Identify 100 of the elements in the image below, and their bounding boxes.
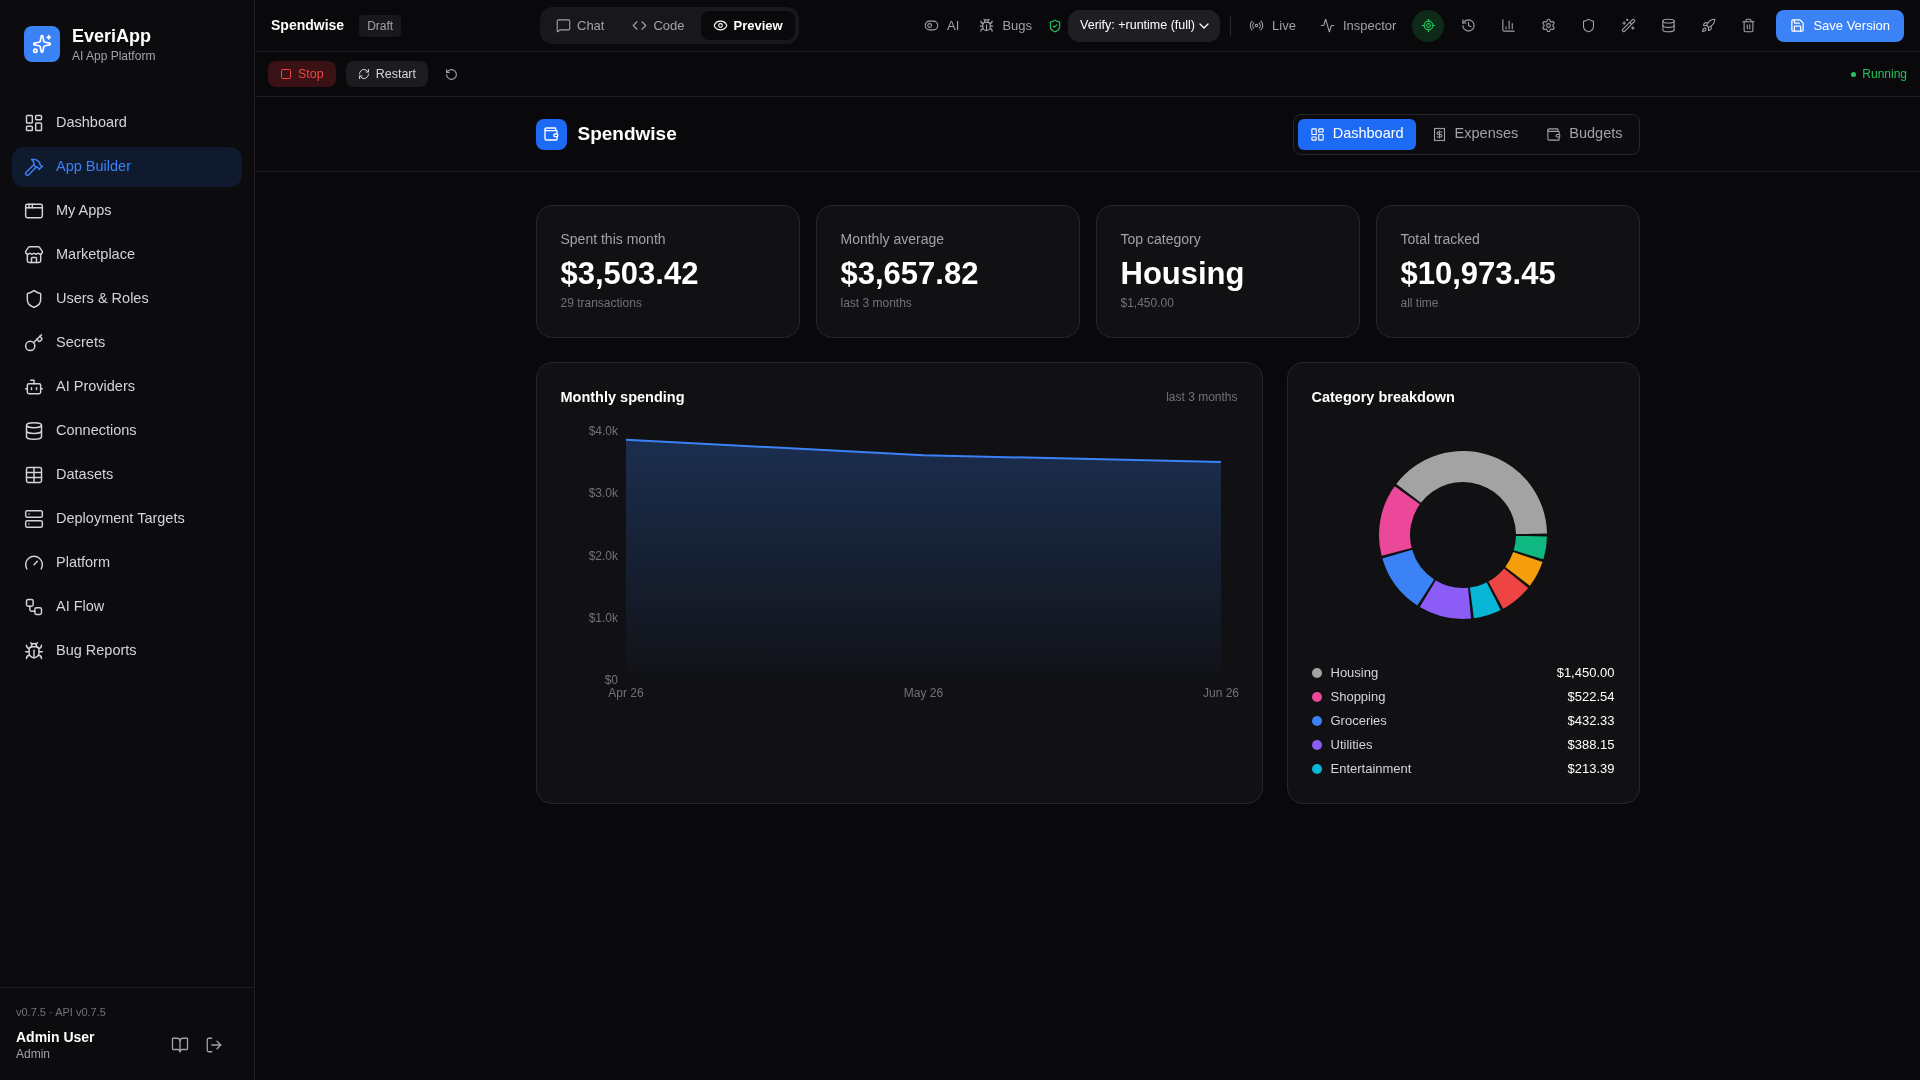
chart-title: Monthly spending bbox=[560, 388, 685, 407]
app-tab[interactable]: Dashboard bbox=[1297, 118, 1416, 150]
pulse-line-icon bbox=[1319, 18, 1335, 33]
axis-tick-label: $3.0k bbox=[588, 486, 618, 501]
nav-item[interactable]: Connections bbox=[12, 411, 242, 451]
server-icon bbox=[24, 509, 44, 529]
code-icon bbox=[632, 18, 648, 33]
nav-item[interactable]: Users & Roles bbox=[12, 279, 242, 319]
key-icon bbox=[24, 333, 44, 353]
history-icon bbox=[1460, 18, 1476, 33]
table-icon bbox=[24, 465, 44, 485]
view-tab[interactable]: Chat bbox=[544, 11, 617, 40]
receipt-icon bbox=[1431, 126, 1447, 142]
database-icon bbox=[24, 421, 44, 441]
stat-note: last 3 months bbox=[840, 295, 913, 311]
app-tab[interactable]: Budgets bbox=[1534, 118, 1635, 150]
shield-check-icon bbox=[1048, 18, 1063, 33]
bug-icon bbox=[979, 18, 995, 33]
nav-item[interactable]: Platform bbox=[12, 543, 242, 583]
nav-item[interactable]: AI Flow bbox=[12, 587, 242, 627]
run-status: Running bbox=[1862, 66, 1907, 83]
workflow-icon bbox=[24, 597, 44, 617]
axis-tick-label: May 26 bbox=[903, 686, 943, 700]
panel-button[interactable]: Live bbox=[1241, 9, 1304, 42]
logout-button[interactable] bbox=[205, 1036, 223, 1054]
tool-button[interactable] bbox=[1412, 9, 1445, 42]
legend-amount: $388.15 bbox=[1567, 736, 1615, 755]
gauge-icon bbox=[24, 553, 44, 573]
nav-item[interactable]: Deployment Targets bbox=[12, 499, 242, 539]
stat-value: $3,657.82 bbox=[840, 256, 980, 292]
shield-icon bbox=[24, 289, 44, 309]
nav-item[interactable]: App Builder bbox=[12, 147, 242, 187]
nav-item[interactable]: Dashboard bbox=[12, 103, 242, 143]
user-role: Admin bbox=[16, 1046, 51, 1062]
shield-icon bbox=[1580, 18, 1596, 33]
square-icon bbox=[280, 68, 292, 80]
nav-item[interactable]: Secrets bbox=[12, 323, 242, 363]
stat-label: Top category bbox=[1120, 230, 1202, 249]
toolbar-toggle[interactable]: Bugs bbox=[971, 9, 1041, 42]
save-version-button[interactable]: Save Version bbox=[1776, 9, 1904, 42]
legend-label: Shopping bbox=[1330, 688, 1386, 707]
robot-icon bbox=[24, 377, 44, 397]
legend-amount: $1,450.00 bbox=[1556, 664, 1615, 683]
nav-item[interactable]: Bug Reports bbox=[12, 631, 242, 671]
axis-tick-label: $0 bbox=[604, 673, 618, 687]
brand-name: EveriApp bbox=[72, 25, 153, 48]
nav-item[interactable]: Marketplace bbox=[12, 235, 242, 275]
axis-tick-label: $1.0k bbox=[588, 610, 618, 625]
rocket-icon bbox=[1700, 18, 1716, 33]
panel-button[interactable]: Inspector bbox=[1311, 9, 1405, 42]
restart-button[interactable]: Restart bbox=[345, 61, 428, 87]
bar-chart-icon bbox=[1500, 18, 1516, 33]
hammer-icon bbox=[24, 157, 44, 177]
logout-icon bbox=[205, 1036, 223, 1054]
axis-tick-label: Jun 26 bbox=[1202, 686, 1239, 700]
magic-wand-icon bbox=[1620, 18, 1636, 33]
rotate-icon bbox=[444, 67, 458, 81]
axis-tick-label: $4.0k bbox=[588, 424, 618, 438]
nav-item[interactable]: My Apps bbox=[12, 191, 242, 231]
book-icon bbox=[171, 1036, 189, 1054]
stat-note: all time bbox=[1400, 295, 1440, 311]
axis-tick-label: Apr 26 bbox=[607, 686, 644, 700]
legend-label: Groceries bbox=[1330, 712, 1387, 731]
legend-amount: $522.54 bbox=[1567, 688, 1615, 707]
status-badge: Draft bbox=[359, 14, 402, 37]
toolbar-toggle[interactable]: AI bbox=[916, 9, 968, 42]
app-title: Spendwise bbox=[577, 121, 677, 146]
stat-value: Housing bbox=[1120, 256, 1246, 292]
nav-item[interactable]: Datasets bbox=[12, 455, 242, 495]
user-name: Admin User bbox=[16, 1028, 95, 1046]
crosshair-icon bbox=[1420, 18, 1436, 33]
database-icon bbox=[1660, 18, 1676, 33]
nav-item[interactable]: AI Providers bbox=[12, 367, 242, 407]
stat-value: $3,503.42 bbox=[560, 256, 700, 292]
view-tab[interactable]: Preview bbox=[700, 11, 795, 40]
chart-title: Category breakdown bbox=[1311, 388, 1456, 407]
chat-bubble-icon bbox=[556, 18, 571, 33]
eye-icon bbox=[712, 18, 728, 33]
view-tab[interactable]: Code bbox=[620, 11, 697, 40]
stat-label: Monthly average bbox=[840, 230, 945, 249]
wallet-logo-icon bbox=[535, 118, 567, 150]
verify-select[interactable]: Verify: +runtime (full) bbox=[1068, 9, 1221, 42]
stop-button[interactable]: Stop bbox=[268, 61, 336, 87]
stat-note: $1,450.00 bbox=[1120, 295, 1175, 311]
app-tab[interactable]: Expenses bbox=[1419, 118, 1531, 150]
legend-label: Utilities bbox=[1330, 736, 1373, 755]
docs-button[interactable] bbox=[171, 1036, 189, 1054]
wallet-icon bbox=[1546, 126, 1562, 142]
layout-grid-icon bbox=[24, 113, 44, 133]
legend-amount: $432.33 bbox=[1567, 712, 1615, 731]
axis-tick-label: $2.0k bbox=[588, 548, 618, 563]
layout-grid-icon bbox=[1309, 126, 1325, 142]
stat-value: $10,973.45 bbox=[1400, 256, 1557, 292]
sparkles-logo-icon bbox=[24, 26, 60, 62]
brand-tagline: AI App Platform bbox=[72, 48, 156, 64]
refresh-icon bbox=[357, 68, 370, 80]
settings-icon bbox=[1540, 18, 1556, 33]
stat-label: Total tracked bbox=[1400, 230, 1481, 249]
toggle-icon bbox=[924, 18, 940, 33]
legend-amount: $213.39 bbox=[1567, 760, 1615, 779]
